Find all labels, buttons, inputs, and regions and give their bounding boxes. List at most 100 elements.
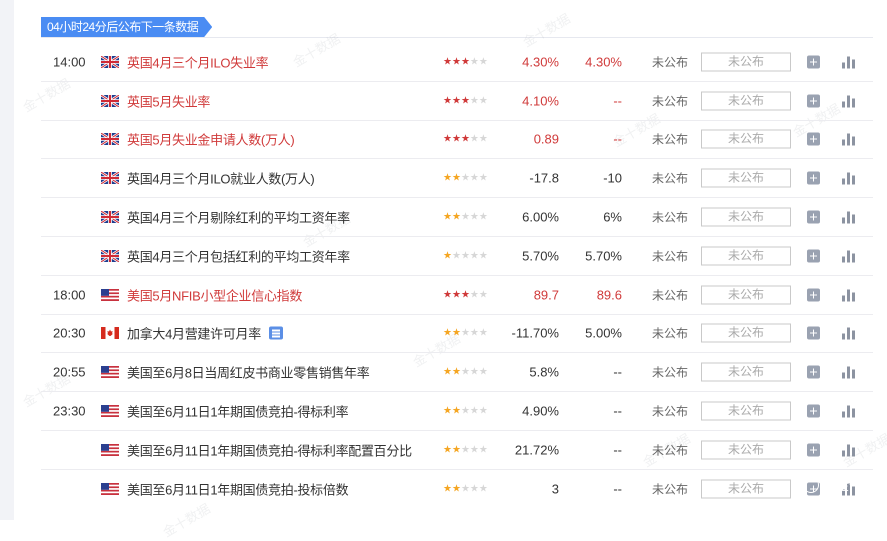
bar-chart-icon[interactable] bbox=[842, 249, 855, 263]
document-icon[interactable] bbox=[269, 326, 283, 340]
importance-stars: ★★★★★ bbox=[443, 95, 488, 106]
indicator-name[interactable]: 英国4月三个月ILO失业率 bbox=[127, 52, 269, 71]
actual-status: 未公布 bbox=[652, 210, 689, 225]
indicator-name[interactable]: 美国5月NFIB小型企业信心指数 bbox=[127, 285, 302, 304]
indicator-name[interactable]: 英国4月三个月ILO就业人数(万人) bbox=[127, 169, 315, 188]
uk-flag-icon bbox=[101, 55, 119, 68]
release-time: 18:00 bbox=[53, 287, 86, 303]
actual-value-button[interactable]: 未公布 bbox=[701, 52, 791, 72]
star-icon: ★ bbox=[478, 483, 488, 495]
uk-flag-icon bbox=[101, 172, 119, 185]
brand-text: @金十杯 bbox=[822, 478, 875, 493]
indicator-name[interactable]: 英国4月三个月包括红利的平均工资年率 bbox=[127, 246, 350, 265]
star-icon: ★ bbox=[460, 211, 470, 223]
actual-value-button[interactable]: 未公布 bbox=[701, 91, 791, 111]
indicator-name[interactable]: 加拿大4月营建许可月率 bbox=[127, 324, 261, 343]
add-icon[interactable] bbox=[807, 55, 820, 69]
actual-value-button[interactable]: 未公布 bbox=[701, 401, 791, 421]
add-icon[interactable] bbox=[807, 443, 820, 457]
star-icon: ★ bbox=[469, 211, 479, 223]
actual-status: 未公布 bbox=[652, 55, 689, 70]
add-icon[interactable] bbox=[807, 249, 820, 263]
actual-value-button[interactable]: 未公布 bbox=[701, 285, 791, 305]
previous-value: -17.8 bbox=[529, 170, 559, 186]
add-icon[interactable] bbox=[807, 288, 820, 302]
indicator-name[interactable]: 英国5月失业率 bbox=[127, 91, 210, 110]
forecast-value: 89.6 bbox=[596, 287, 622, 303]
us-flag-icon bbox=[101, 405, 119, 418]
bar-chart-icon[interactable] bbox=[842, 288, 855, 302]
us-flag-icon bbox=[101, 482, 119, 495]
release-time: 14:00 bbox=[53, 54, 86, 70]
actual-value-button[interactable]: 未公布 bbox=[701, 246, 791, 266]
brand-badge: @金十杯 bbox=[802, 475, 875, 494]
bar-chart-icon[interactable] bbox=[842, 366, 855, 379]
star-icon: ★ bbox=[460, 405, 470, 417]
table-row: 美国至6月11日1年期国债竞拍-投标倍数 ★★★★★ 3 -- 未公布 未公布 bbox=[41, 470, 873, 509]
actual-value-button[interactable]: 未公布 bbox=[701, 168, 791, 188]
bar-chart-icon[interactable] bbox=[842, 405, 855, 418]
forecast-value: 5.00% bbox=[585, 325, 622, 341]
add-icon[interactable] bbox=[807, 326, 820, 340]
table-row: 英国4月三个月ILO就业人数(万人) ★★★★★ -17.8 -10 未公布 未公布 bbox=[41, 159, 873, 199]
left-sidebar-strip bbox=[0, 0, 14, 520]
banner-divider bbox=[41, 37, 873, 38]
previous-value: 4.30% bbox=[522, 54, 559, 70]
table-row: 18:00 美国5月NFIB小型企业信心指数 ★★★★★ 89.7 89.6 未公布 未公布 bbox=[41, 276, 873, 315]
star-icon: ★ bbox=[443, 366, 452, 378]
forecast-value: 5.70% bbox=[585, 248, 622, 264]
importance-stars: ★★★★★ bbox=[443, 134, 488, 145]
star-icon: ★ bbox=[443, 289, 452, 301]
indicator-name[interactable]: 英国5月失业金申请人数(万人) bbox=[127, 130, 295, 149]
actual-status: 未公布 bbox=[652, 94, 689, 109]
table-row: 23:30 美国至6月11日1年期国债竞拍-得标利率 ★★★★★ 4.90% -- 未公布… bbox=[41, 392, 873, 431]
actual-status: 未公布 bbox=[652, 288, 689, 303]
indicator-name[interactable]: 美国至6月11日1年期国债竞拍-投标倍数 bbox=[127, 479, 349, 498]
star-icon: ★ bbox=[443, 483, 452, 495]
add-icon[interactable] bbox=[807, 210, 820, 224]
bar-chart-icon[interactable] bbox=[842, 55, 855, 69]
economic-calendar-table: 14:00 英国4月三个月ILO失业率 ★★★★★ 4.30% 4.30% 未公布 未公布英… bbox=[41, 43, 873, 509]
forecast-value: -- bbox=[613, 131, 622, 147]
add-icon[interactable] bbox=[807, 171, 820, 185]
star-icon: ★ bbox=[451, 483, 461, 495]
indicator-name[interactable]: 美国至6月8日当周红皮书商业零售销售年率 bbox=[127, 363, 370, 382]
star-icon: ★ bbox=[451, 289, 461, 301]
add-icon[interactable] bbox=[807, 365, 820, 379]
actual-value-button[interactable]: 未公布 bbox=[701, 362, 791, 382]
previous-value: 3 bbox=[551, 481, 559, 497]
indicator-name[interactable]: 美国至6月11日1年期国债竞拍-得标利率配置百分比 bbox=[127, 440, 412, 459]
bar-chart-icon[interactable] bbox=[842, 94, 855, 108]
star-icon: ★ bbox=[469, 56, 479, 68]
actual-value-button[interactable]: 未公布 bbox=[701, 129, 791, 149]
actual-status: 未公布 bbox=[652, 365, 689, 380]
star-icon: ★ bbox=[451, 405, 461, 417]
indicator-name[interactable]: 美国至6月11日1年期国债竞拍-得标利率 bbox=[127, 402, 349, 421]
bar-chart-icon[interactable] bbox=[842, 327, 855, 340]
actual-value-button[interactable]: 未公布 bbox=[701, 207, 791, 227]
importance-stars: ★★★★★ bbox=[443, 250, 488, 261]
star-icon: ★ bbox=[469, 444, 479, 456]
add-icon[interactable] bbox=[807, 404, 820, 418]
actual-value-button[interactable]: 未公布 bbox=[701, 323, 791, 343]
us-flag-icon bbox=[101, 366, 119, 379]
add-icon[interactable] bbox=[807, 94, 820, 108]
bar-chart-icon[interactable] bbox=[842, 211, 855, 224]
bar-chart-icon[interactable] bbox=[842, 133, 855, 146]
indicator-name[interactable]: 英国4月三个月剔除红利的平均工资年率 bbox=[127, 208, 350, 227]
star-icon: ★ bbox=[460, 289, 470, 301]
previous-value: 4.90% bbox=[522, 403, 559, 419]
actual-value-button[interactable]: 未公布 bbox=[701, 479, 791, 499]
actual-status: 未公布 bbox=[652, 482, 689, 497]
actual-value-button[interactable]: 未公布 bbox=[701, 440, 791, 460]
star-icon: ★ bbox=[478, 133, 488, 145]
uk-flag-icon bbox=[101, 211, 119, 224]
star-icon: ★ bbox=[451, 250, 461, 262]
star-icon: ★ bbox=[478, 211, 488, 223]
bar-chart-icon[interactable] bbox=[842, 172, 855, 185]
star-icon: ★ bbox=[469, 250, 479, 262]
star-icon: ★ bbox=[443, 172, 452, 184]
bar-chart-icon[interactable] bbox=[842, 443, 855, 457]
add-icon[interactable] bbox=[807, 132, 820, 146]
forecast-value: 4.30% bbox=[585, 54, 622, 70]
